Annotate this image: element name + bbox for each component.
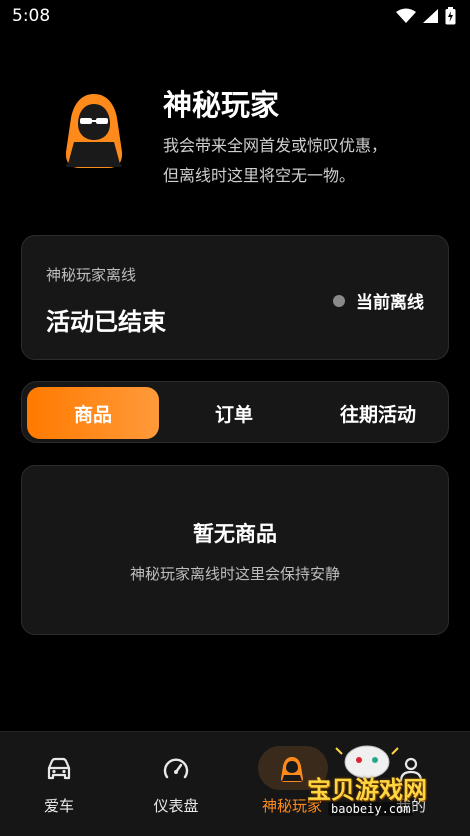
nav-item-car[interactable]: 爱车 <box>0 732 118 836</box>
watermark-logo: 宝贝游戏网 baobeiy.com <box>292 740 442 832</box>
status-icons <box>396 7 456 25</box>
tab-bar: 商品 订单 往期活动 <box>21 381 449 443</box>
hooded-hacker-icon <box>65 94 123 168</box>
empty-state-panel: 暂无商品 神秘玩家离线时这里会保持安静 <box>21 465 449 635</box>
status-card-title: 活动已结束 <box>46 308 166 336</box>
tab-orders[interactable]: 订单 <box>169 387 299 439</box>
nav-item-dashboard[interactable]: 仪表盘 <box>117 732 235 836</box>
signal-icon <box>423 9 438 23</box>
status-card-label: 神秘玩家离线 <box>46 266 137 284</box>
watermark-text: 宝贝游戏网 <box>307 776 427 804</box>
wifi-icon <box>396 8 416 23</box>
status-bar: 5:08 <box>0 0 470 34</box>
empty-state-title: 暂无商品 <box>193 522 277 546</box>
car-icon <box>47 757 71 780</box>
nav-label: 爱车 <box>43 797 74 815</box>
nav-label: 仪表盘 <box>153 797 199 815</box>
status-card: 神秘玩家离线 活动已结束 当前离线 <box>21 235 449 360</box>
page-title: 神秘玩家 <box>163 88 280 122</box>
hero-description-line: 但离线时这里将空无一物。 <box>163 166 356 185</box>
tab-past-activities[interactable]: 往期活动 <box>312 387 444 439</box>
speedometer-icon <box>163 758 189 779</box>
status-time: 5:08 <box>12 6 51 26</box>
status-indicator-label: 当前离线 <box>356 293 424 313</box>
empty-state-description: 神秘玩家离线时这里会保持安静 <box>129 565 340 583</box>
hero-description-line: 我会带来全网首发或惊叹优惠， <box>163 136 388 155</box>
offline-dot-icon <box>333 294 345 307</box>
status-indicator: 当前离线 <box>333 288 424 313</box>
watermark-url: baobeiy.com <box>328 802 414 816</box>
hero-description: 我会带来全网首发或惊叹优惠， 但离线时这里将空无一物。 <box>163 131 423 191</box>
battery-charging-icon <box>445 7 456 25</box>
tab-goods[interactable]: 商品 <box>27 387 159 439</box>
